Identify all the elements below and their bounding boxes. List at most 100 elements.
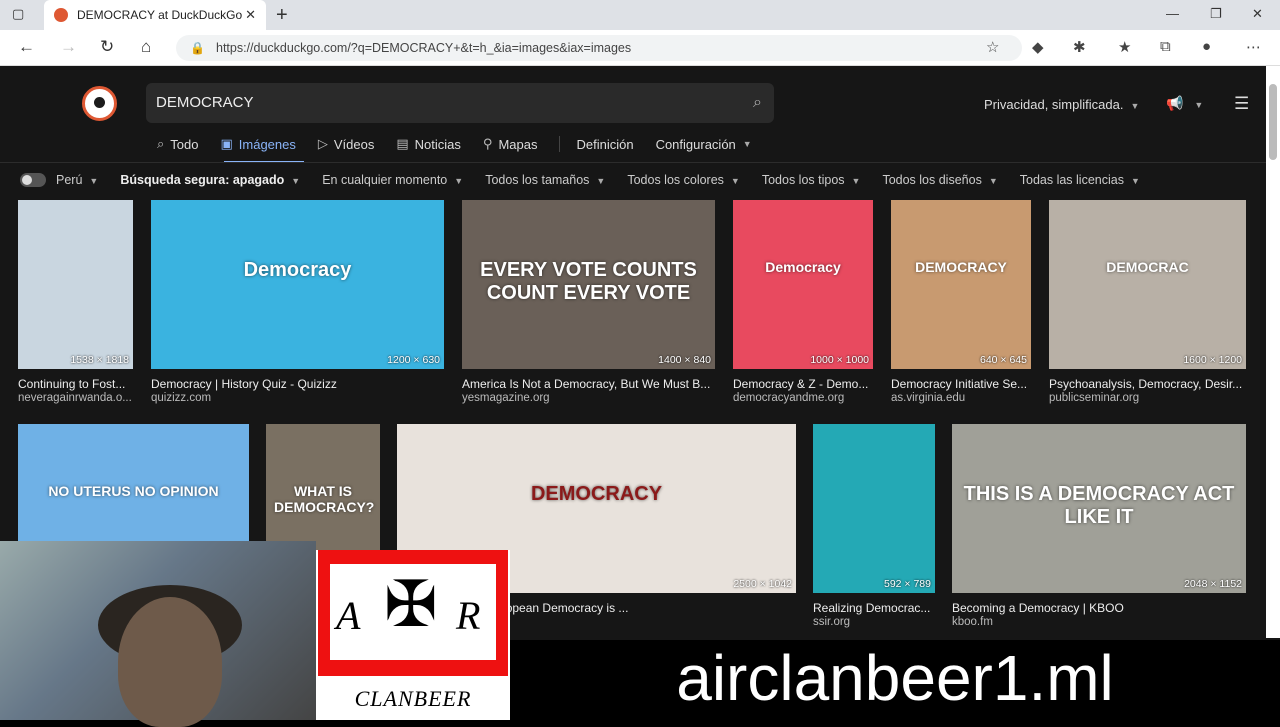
- image-dimensions: 1538 × 1818: [70, 354, 129, 366]
- minimize-icon[interactable]: —: [1166, 6, 1179, 21]
- restore-icon[interactable]: ❐: [1210, 6, 1222, 22]
- browser-toolbar: ← → ↻ ⌂ 🔒 https://duckduckgo.com/?q=DEMO…: [0, 30, 1280, 66]
- tab-definition[interactable]: Definición: [576, 136, 633, 152]
- result-source[interactable]: yesmagazine.org: [462, 392, 715, 404]
- image-result[interactable]: EVERY VOTE COUNTS COUNT EVERY VOTE 1400 ×…: [462, 200, 715, 409]
- result-title[interactable]: Democracy Initiative Se...: [891, 377, 1031, 391]
- result-title[interactable]: America Is Not a Democracy, But We Must …: [462, 377, 715, 391]
- reload-icon[interactable]: ↻: [100, 37, 114, 57]
- filter-bar: Perú ▼ Búsqueda segura: apagado ▼ En cualq…: [20, 173, 1162, 187]
- result-title[interactable]: Democracy & Z - Demo...: [733, 377, 873, 391]
- image-dimensions: 1600 × 1200: [1183, 354, 1242, 366]
- filter-safe-search[interactable]: Búsqueda segura: apagado ▼: [120, 173, 300, 187]
- search-input[interactable]: DEMOCRACY ⌕: [146, 83, 774, 123]
- search-icon[interactable]: ⌕: [753, 83, 762, 123]
- address-bar[interactable]: 🔒 https://duckduckgo.com/?q=DEMOCRACY+&t…: [176, 35, 1022, 61]
- result-source[interactable]: democracyandme.org: [733, 392, 873, 404]
- extension-icon[interactable]: ◆: [1032, 38, 1044, 56]
- hamburger-menu-icon[interactable]: ☰: [1234, 94, 1249, 114]
- thumbnail-text: NO UTERUS NO OPINION: [48, 483, 219, 499]
- result-thumbnail[interactable]: DEMOCRAC 1600 × 1200: [1049, 200, 1246, 369]
- home-icon[interactable]: ⌂: [141, 37, 151, 57]
- image-result[interactable]: Democracy 1000 × 1000 Democracy & Z - Demo…: [733, 200, 873, 409]
- filter-time[interactable]: En cualquier momento ▼: [322, 173, 463, 187]
- filter-color[interactable]: Todos los colores ▼: [627, 173, 740, 187]
- tab-maps[interactable]: ⚲ Mapas: [483, 136, 538, 152]
- result-source[interactable]: publicseminar.org: [1049, 392, 1246, 404]
- logo-clan-name: CLANBEER: [354, 686, 472, 711]
- result-title[interactable]: Continuing to Fost...: [18, 377, 133, 391]
- image-dimensions: 1400 × 840: [658, 354, 711, 366]
- logo-letter-r: R: [456, 593, 481, 638]
- image-result[interactable]: THIS IS A DEMOCRACY ACT LIKE IT 2048 × 11…: [952, 424, 1246, 633]
- scrollbar-thumb[interactable]: [1269, 84, 1277, 160]
- filter-layout[interactable]: Todos los diseños ▼: [882, 173, 997, 187]
- thumbnail-text: DEMOCRACY: [530, 483, 663, 505]
- close-tab-icon[interactable]: ✕: [245, 7, 256, 23]
- privacy-menu[interactable]: Privacidad, simplificada. ▼: [984, 97, 1139, 112]
- filter-region[interactable]: Perú ▼: [56, 173, 98, 187]
- favorites-icon[interactable]: ★: [1118, 38, 1131, 56]
- result-source[interactable]: kboo.fm: [952, 616, 1246, 628]
- page-scrollbar[interactable]: [1266, 66, 1280, 638]
- result-thumbnail[interactable]: Democracy 1000 × 1000: [733, 200, 873, 369]
- image-result[interactable]: DEMOCRACY 640 × 645 Democracy Initiative S…: [891, 200, 1031, 409]
- puzzle-icon[interactable]: ✱: [1073, 38, 1086, 56]
- forward-icon[interactable]: →: [60, 37, 77, 57]
- image-dimensions: 2500 × 1042: [733, 578, 792, 590]
- collections-icon[interactable]: ⧉: [1160, 38, 1171, 55]
- iron-cross-icon: ✠: [384, 568, 438, 640]
- image-result[interactable]: Democracy 1200 × 630 Democracy | History Q…: [151, 200, 444, 409]
- image-result[interactable]: 1538 × 1818 Continuing to Fost... neveraga…: [18, 200, 133, 409]
- clanbeer-logo: A ✠ R CLANBEER: [316, 550, 510, 720]
- result-title[interactable]: Democracy | History Quiz - Quizizz: [151, 377, 444, 391]
- filter-type[interactable]: Todos los tipos ▼: [762, 173, 861, 187]
- tab-news[interactable]: ▤ Noticias: [396, 136, 461, 152]
- search-tabs: ⌕ Todo ▣ Imágenes ▷ Vídeos ▤ Noticias ⚲ Mapas…: [157, 136, 774, 152]
- tab-all[interactable]: ⌕ Todo: [157, 136, 198, 152]
- result-source[interactable]: as.virginia.edu: [891, 392, 1031, 404]
- result-thumbnail[interactable]: 1538 × 1818: [18, 200, 133, 369]
- window-close-icon[interactable]: ✕: [1252, 6, 1263, 22]
- filter-size[interactable]: Todos los tamaños ▼: [485, 173, 605, 187]
- megaphone-icon[interactable]: 📢 ▼: [1166, 95, 1203, 112]
- image-icon: ▣: [220, 136, 233, 151]
- tab-settings[interactable]: Configuración ▼: [656, 136, 752, 152]
- result-source[interactable]: neveragainrwanda.o...: [18, 392, 133, 404]
- result-thumbnail[interactable]: Democracy 1200 × 630: [151, 200, 444, 369]
- webcam-overlay: [0, 541, 316, 727]
- filter-license[interactable]: Todas las licencias ▼: [1020, 173, 1140, 187]
- new-tab-icon[interactable]: +: [276, 4, 288, 27]
- more-menu-icon[interactable]: ⋯: [1246, 38, 1261, 56]
- tab-videos[interactable]: ▷ Vídeos: [318, 136, 374, 152]
- add-favorite-icon[interactable]: ☆: [986, 38, 999, 56]
- tab-images[interactable]: ▣ Imágenes: [220, 136, 295, 152]
- browser-tab-bar: ▢ DEMOCRACY at DuckDuckGo ✕ + — ❐ ✕: [0, 0, 1280, 30]
- image-result[interactable]: 592 × 789 Realizing Democrac... ssir.org: [813, 424, 935, 633]
- tab-actions-icon[interactable]: ▢: [12, 6, 32, 24]
- back-icon[interactable]: ←: [18, 37, 35, 57]
- result-thumbnail[interactable]: EVERY VOTE COUNTS COUNT EVERY VOTE 1400 ×…: [462, 200, 715, 369]
- result-thumbnail[interactable]: 592 × 789: [813, 424, 935, 593]
- website-banner: airclanbeer1.ml: [510, 640, 1280, 720]
- result-title[interactable]: Becoming a Democracy | KBOO: [952, 601, 1246, 615]
- duckduckgo-favicon-icon: [54, 8, 68, 22]
- result-title[interactable]: Realizing Democrac...: [813, 601, 935, 615]
- duckduckgo-logo-icon[interactable]: [82, 86, 117, 121]
- profile-avatar-icon[interactable]: ●: [1202, 38, 1211, 55]
- image-result[interactable]: DEMOCRAC 1600 × 1200 Psychoanalysis, Democ…: [1049, 200, 1246, 409]
- image-dimensions: 592 × 789: [883, 578, 931, 590]
- tabs-divider: [559, 136, 561, 152]
- nav-divider: [0, 162, 1280, 163]
- url-text: https://duckduckgo.com/?q=DEMOCRACY+&t=h…: [216, 41, 632, 55]
- result-source[interactable]: ssir.org: [813, 616, 935, 628]
- result-thumbnail[interactable]: DEMOCRACY 640 × 645: [891, 200, 1031, 369]
- image-dimensions: 2048 × 1152: [1184, 578, 1242, 590]
- search-icon: ⌕: [157, 136, 165, 151]
- result-thumbnail[interactable]: THIS IS A DEMOCRACY ACT LIKE IT 2048 × 11…: [952, 424, 1246, 593]
- thumbnail-text: DEMOCRAC: [1106, 259, 1189, 275]
- browser-tab[interactable]: DEMOCRACY at DuckDuckGo ✕: [44, 0, 266, 30]
- result-title[interactable]: Psychoanalysis, Democracy, Desir...: [1049, 377, 1246, 391]
- result-source[interactable]: quizizz.com: [151, 392, 444, 404]
- region-toggle[interactable]: [20, 173, 46, 187]
